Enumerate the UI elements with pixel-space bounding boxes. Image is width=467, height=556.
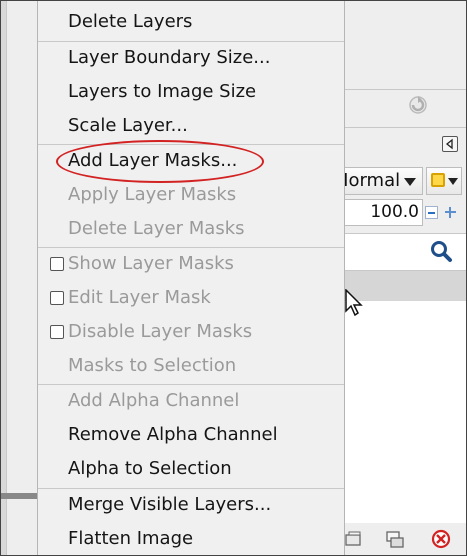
menu-item-label: Layers to Image Size bbox=[68, 81, 257, 102]
menu-item-label: Delete Layers bbox=[68, 11, 193, 32]
layer-mode-select[interactable]: Normal bbox=[335, 167, 423, 195]
menu-item-label: Flatten Image bbox=[68, 528, 194, 549]
menu-item-label: Remove Alpha Channel bbox=[68, 424, 278, 445]
canvas-area bbox=[1, 1, 38, 555]
menu-item-label: Layer Boundary Size... bbox=[68, 47, 271, 68]
checkbox-icon bbox=[50, 257, 64, 271]
menu-item-alpha-to-selection[interactable]: Alpha to Selection bbox=[38, 453, 344, 485]
layers-dock: Normal 100.0 bbox=[335, 1, 466, 555]
menu-item-label: Merge Visible Layers... bbox=[68, 494, 272, 515]
search-icon[interactable] bbox=[429, 239, 453, 263]
collapse-panel-icon[interactable] bbox=[442, 136, 458, 152]
menu-item-delete-layers[interactable]: Delete Layers bbox=[38, 6, 344, 38]
menu-item-add-alpha-channel: Add Alpha Channel bbox=[38, 385, 344, 417]
checkbox-icon bbox=[50, 291, 64, 305]
layer-search-row bbox=[345, 233, 466, 271]
highlight-ellipse bbox=[56, 140, 264, 183]
chevron-down-icon bbox=[448, 178, 458, 185]
menu-item-delete-layer-masks: Delete Layer Masks bbox=[38, 213, 344, 245]
menu-item-merge-visible-layers[interactable]: Merge Visible Layers... bbox=[38, 489, 344, 521]
menu-item-label: Edit Layer Mask bbox=[68, 287, 211, 308]
menu-item-label: Add Alpha Channel bbox=[68, 390, 240, 411]
layers-bottom-toolbar bbox=[345, 523, 466, 555]
dock-divider bbox=[345, 89, 466, 90]
plus-icon[interactable] bbox=[444, 206, 457, 219]
dock-divider bbox=[345, 127, 466, 128]
new-layer-group-icon[interactable] bbox=[343, 529, 363, 549]
menu-item-masks-to-selection: Masks to Selection bbox=[38, 350, 344, 382]
chevron-down-icon bbox=[404, 178, 416, 186]
menu-item-edit-layer-mask: Edit Layer Mask bbox=[38, 282, 344, 314]
menu-item-flatten-image[interactable]: Flatten Image bbox=[38, 523, 344, 555]
menu-item-layer-boundary-size[interactable]: Layer Boundary Size... bbox=[38, 42, 344, 74]
menu-item-label: Apply Layer Masks bbox=[68, 184, 237, 205]
checkbox-icon bbox=[50, 325, 64, 339]
minus-icon[interactable] bbox=[425, 206, 438, 219]
menu-item-apply-layer-masks: Apply Layer Masks bbox=[38, 179, 344, 211]
menu-item-disable-layer-masks: Disable Layer Masks bbox=[38, 316, 344, 348]
horizontal-scrollbar[interactable] bbox=[1, 493, 38, 499]
delete-icon[interactable] bbox=[431, 529, 451, 549]
left-ruler bbox=[1, 1, 7, 555]
menu-item-scale-layer[interactable]: Scale Layer... bbox=[38, 110, 344, 142]
composite-mode-icon bbox=[431, 173, 445, 187]
menu-item-label: Disable Layer Masks bbox=[68, 321, 253, 342]
menu-item-label: Alpha to Selection bbox=[68, 458, 232, 479]
menu-item-layers-to-image-size[interactable]: Layers to Image Size bbox=[38, 76, 344, 108]
menu-item-remove-alpha-channel[interactable]: Remove Alpha Channel bbox=[38, 419, 344, 451]
layer-context-menu: Delete Layers Layer Boundary Size... Lay… bbox=[37, 1, 345, 555]
composite-mode-button[interactable] bbox=[426, 167, 462, 195]
mouse-cursor-icon bbox=[345, 289, 363, 317]
layer-list bbox=[345, 301, 466, 523]
menu-item-label: Masks to Selection bbox=[68, 355, 237, 376]
screenshot-frame: Normal 100.0 Delete Layers Layer Boundar… bbox=[0, 0, 467, 556]
refresh-icon[interactable] bbox=[407, 94, 429, 116]
menu-item-show-layer-masks: Show Layer Masks bbox=[38, 248, 344, 280]
menu-item-label: Show Layer Masks bbox=[68, 253, 234, 274]
anchor-icon[interactable] bbox=[385, 529, 405, 549]
menu-item-label: Delete Layer Masks bbox=[68, 218, 245, 239]
opacity-field[interactable]: 100.0 bbox=[345, 199, 423, 226]
menu-item-label: Scale Layer... bbox=[68, 115, 188, 136]
